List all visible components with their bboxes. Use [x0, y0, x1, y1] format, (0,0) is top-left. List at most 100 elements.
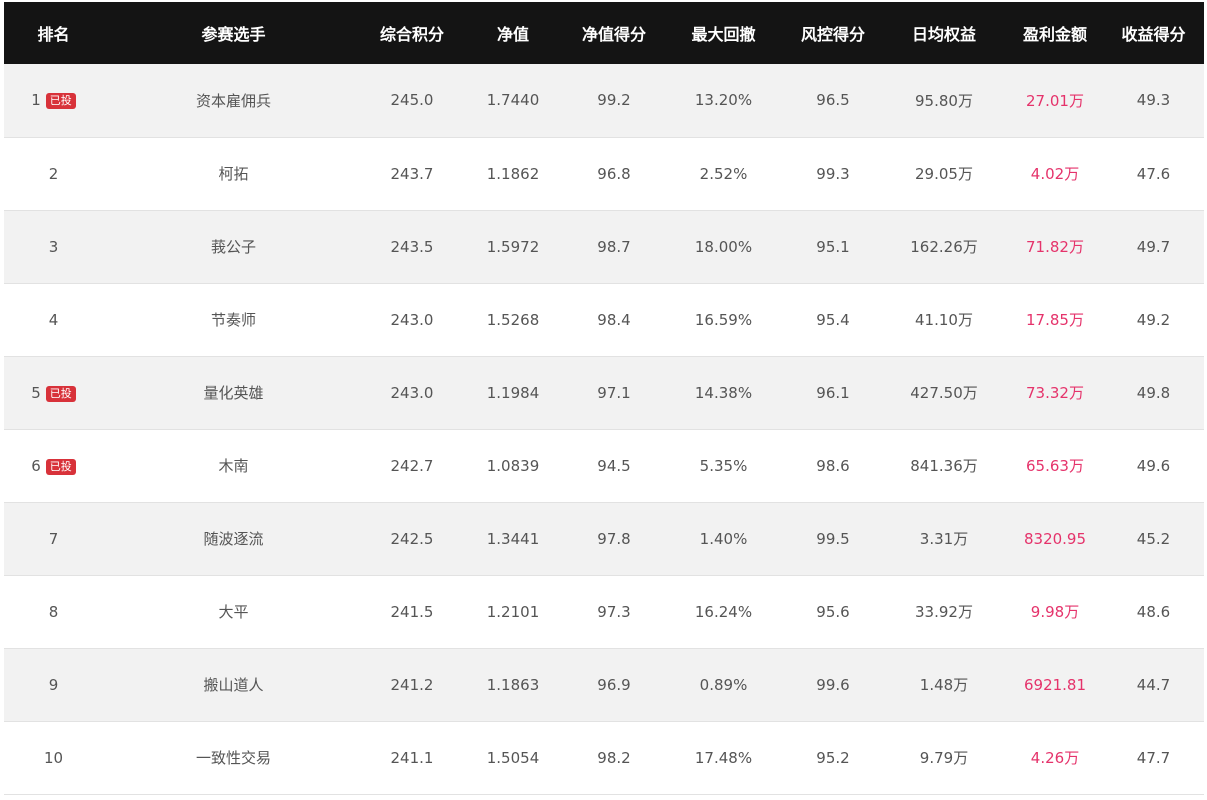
table-row[interactable]: 2 柯拓 243.7 1.1862 96.8 2.52% 99.3 29.05万 4.02万 47… — [4, 137, 1204, 210]
cell-nav-score: 99.2 — [597, 91, 631, 110]
cell-max-drawdown: 5.35% — [699, 456, 748, 475]
cell-nav: 1.5268 — [486, 310, 540, 329]
cell-player-name[interactable]: 随波逐流 — [103, 502, 364, 575]
rank-number: 9 — [48, 675, 59, 694]
cell-total-score: 245.0 — [390, 91, 434, 110]
cell-risk-score: 95.1 — [816, 237, 850, 256]
cell-nav-score: 98.2 — [597, 748, 631, 767]
ranking-table: 排名 参赛选手 综合积分 净值 净值得分 最大回撤 风控得分 日均权益 盈利金额… — [4, 2, 1204, 795]
header-nav[interactable]: 净值 — [460, 2, 566, 64]
cell-player-name[interactable]: 柯拓 — [103, 137, 364, 210]
cell-player-name[interactable]: 大平 — [103, 575, 364, 648]
cell-max-drawdown: 16.59% — [694, 310, 753, 329]
cell-profit: 6921.81 — [1023, 675, 1087, 694]
cell-return-score: 47.6 — [1136, 164, 1171, 183]
table-body: 1 已投 资本雇佣兵 245.0 1.7440 99.2 13.20% 96.5 95.80万 2… — [4, 64, 1204, 794]
cell-nav: 1.7440 — [486, 91, 540, 110]
header-nav-score[interactable]: 净值得分 — [566, 2, 662, 64]
cell-profit: 71.82万 — [1026, 238, 1084, 256]
header-avg-equity[interactable]: 日均权益 — [881, 2, 1007, 64]
cell-nav-score: 98.4 — [597, 310, 631, 329]
cell-total-score: 242.7 — [390, 456, 434, 475]
cell-total-score: 243.7 — [390, 164, 434, 183]
table-row[interactable]: 9 搬山道人 241.2 1.1863 96.9 0.89% 99.6 1.48万 6921.8… — [4, 648, 1204, 721]
cell-avg-equity: 33.92万 — [915, 603, 973, 621]
cell-nav: 1.2101 — [486, 602, 540, 621]
cell-rank: 3 — [4, 210, 103, 283]
cell-player-name[interactable]: 节奏师 — [103, 283, 364, 356]
cell-nav: 1.5972 — [486, 237, 540, 256]
cell-max-drawdown: 0.89% — [699, 675, 748, 694]
cell-return-score: 44.7 — [1136, 675, 1171, 694]
cell-avg-equity: 427.50万 — [910, 384, 978, 402]
cell-nav-score: 97.8 — [597, 529, 631, 548]
cell-avg-equity: 841.36万 — [910, 457, 978, 475]
header-total-score[interactable]: 综合积分 — [364, 2, 460, 64]
cell-rank: 5 已投 — [4, 356, 103, 429]
table-row[interactable]: 10 一致性交易 241.1 1.5054 98.2 17.48% 95.2 9.79万 4.2… — [4, 721, 1204, 794]
rank-number: 3 — [48, 237, 59, 256]
cell-rank: 7 — [4, 502, 103, 575]
table-row[interactable]: 8 大平 241.5 1.2101 97.3 16.24% 95.6 33.92万 9.98万 4… — [4, 575, 1204, 648]
cell-return-score: 49.8 — [1136, 383, 1171, 402]
cell-avg-equity: 3.31万 — [919, 530, 969, 548]
header-row: 排名 参赛选手 综合积分 净值 净值得分 最大回撤 风控得分 日均权益 盈利金额… — [4, 2, 1204, 64]
cell-nav: 1.3441 — [486, 529, 540, 548]
cell-total-score: 241.1 — [390, 748, 434, 767]
cell-max-drawdown: 13.20% — [694, 91, 753, 110]
leaderboard: 排名 参赛选手 综合积分 净值 净值得分 最大回撤 风控得分 日均权益 盈利金额… — [0, 0, 1207, 800]
rank-number: 1 — [31, 91, 41, 110]
cell-rank: 1 已投 — [4, 64, 103, 137]
cell-profit: 8320.95 — [1023, 529, 1087, 548]
cell-max-drawdown: 2.52% — [699, 164, 748, 183]
cell-nav: 1.1862 — [486, 164, 540, 183]
cell-player-name[interactable]: 莪公子 — [103, 210, 364, 283]
cell-risk-score: 96.1 — [816, 383, 850, 402]
cell-total-score: 241.5 — [390, 602, 434, 621]
table-header: 排名 参赛选手 综合积分 净值 净值得分 最大回撤 风控得分 日均权益 盈利金额… — [4, 2, 1204, 64]
cell-total-score: 241.2 — [390, 675, 434, 694]
cell-profit: 73.32万 — [1026, 384, 1084, 402]
cell-nav: 1.0839 — [486, 456, 540, 475]
rank-number: 7 — [48, 529, 59, 548]
invested-badge: 已投 — [45, 458, 76, 475]
header-max-drawdown[interactable]: 最大回撤 — [662, 2, 785, 64]
rank-number: 4 — [48, 310, 59, 329]
header-risk-score[interactable]: 风控得分 — [785, 2, 881, 64]
cell-profit: 9.98万 — [1030, 603, 1080, 621]
table-row[interactable]: 6 已投 木南 242.7 1.0839 94.5 5.35% 98.6 841.36万 65.6… — [4, 429, 1204, 502]
header-player[interactable]: 参赛选手 — [103, 2, 364, 64]
cell-risk-score: 98.6 — [816, 456, 850, 475]
cell-avg-equity: 41.10万 — [915, 311, 973, 329]
cell-return-score: 47.7 — [1136, 748, 1171, 767]
cell-risk-score: 99.5 — [816, 529, 850, 548]
cell-risk-score: 95.2 — [816, 748, 850, 767]
cell-avg-equity: 162.26万 — [910, 238, 978, 256]
cell-nav: 1.5054 — [486, 748, 540, 767]
table-row[interactable]: 5 已投 量化英雄 243.0 1.1984 97.1 14.38% 96.1 427.50万 7… — [4, 356, 1204, 429]
cell-player-name[interactable]: 木南 — [103, 429, 364, 502]
cell-return-score: 49.7 — [1136, 237, 1171, 256]
cell-profit: 4.26万 — [1030, 749, 1080, 767]
cell-profit: 17.85万 — [1026, 311, 1084, 329]
invested-badge: 已投 — [45, 385, 76, 402]
cell-player-name[interactable]: 一致性交易 — [103, 721, 364, 794]
table-row[interactable]: 7 随波逐流 242.5 1.3441 97.8 1.40% 99.5 3.31万 8320.9… — [4, 502, 1204, 575]
cell-profit: 65.63万 — [1026, 457, 1084, 475]
cell-max-drawdown: 14.38% — [694, 383, 753, 402]
invested-badge: 已投 — [45, 93, 76, 110]
cell-player-name[interactable]: 搬山道人 — [103, 648, 364, 721]
cell-risk-score: 95.6 — [816, 602, 850, 621]
header-return-score[interactable]: 收益得分 — [1103, 2, 1204, 64]
header-profit[interactable]: 盈利金额 — [1007, 2, 1103, 64]
table-row[interactable]: 1 已投 资本雇佣兵 245.0 1.7440 99.2 13.20% 96.5 95.80万 2… — [4, 64, 1204, 137]
cell-player-name[interactable]: 量化英雄 — [103, 356, 364, 429]
rank-number: 5 — [31, 383, 41, 402]
table-row[interactable]: 4 节奏师 243.0 1.5268 98.4 16.59% 95.4 41.10万 17.85… — [4, 283, 1204, 356]
cell-max-drawdown: 18.00% — [694, 237, 753, 256]
cell-player-name[interactable]: 资本雇佣兵 — [103, 64, 364, 137]
header-rank[interactable]: 排名 — [4, 2, 103, 64]
cell-profit: 4.02万 — [1030, 165, 1080, 183]
table-row[interactable]: 3 莪公子 243.5 1.5972 98.7 18.00% 95.1 162.26万 71.8… — [4, 210, 1204, 283]
cell-risk-score: 99.3 — [816, 164, 850, 183]
